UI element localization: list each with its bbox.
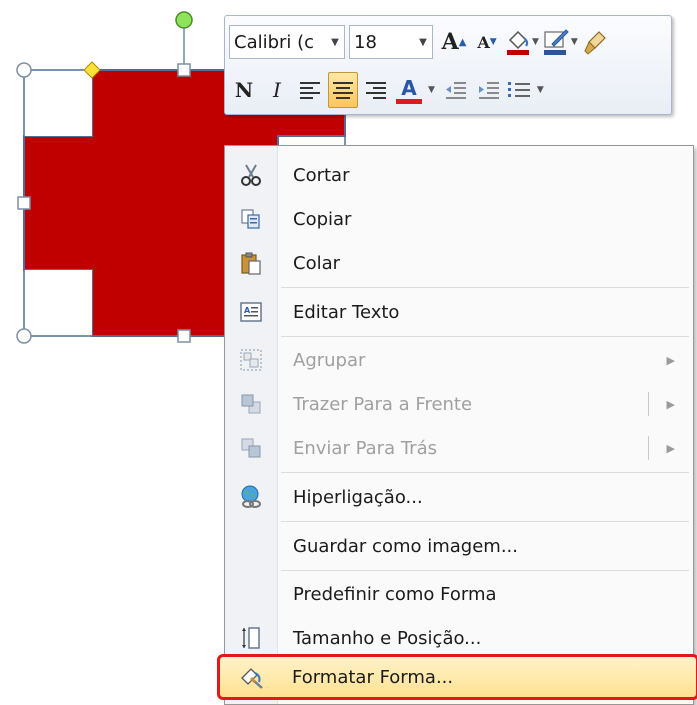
font-name-combo[interactable]: Calibri (c ▼ [229,25,345,59]
align-right-icon [366,82,386,99]
font-color-button[interactable]: A [394,72,424,108]
side-handle-bottom[interactable] [177,329,191,343]
menu-item-copy[interactable]: Copiar [227,197,691,241]
copy-icon [227,197,275,241]
fill-color-button[interactable]: ▼ [505,24,539,60]
align-left-icon [300,82,320,99]
bullets-button[interactable]: ▼ [507,72,544,108]
pen-line-icon [543,29,569,55]
menu-item-cut[interactable]: Cortar [227,153,691,197]
chevron-down-icon[interactable]: ▼ [532,37,539,47]
menu-item-label: Enviar Para Trás [293,437,437,459]
empty-icon-slot [227,524,275,568]
split-divider [648,436,649,460]
menu-item-bring-forward[interactable]: Trazer Para a Frente ▶ [227,382,691,426]
bullet-list-icon [507,82,530,97]
hyperlink-icon [227,475,275,519]
chevron-down-icon[interactable]: ▼ [326,37,344,48]
menu-item-format-shape[interactable]: Formatar Forma... [217,654,697,700]
bring-forward-icon [227,382,275,426]
brush-icon [584,31,606,55]
edit-text-icon: A [227,290,275,334]
format-painter-button[interactable] [581,24,611,60]
menu-item-hyperlink[interactable]: Hiperligação... [227,475,691,519]
mini-toolbar: Calibri (c ▼ 18 ▼ A ▲ A ▼ ▼ ▼ N I A ▼ ▼ [224,15,672,115]
font-color-swatch [396,98,422,104]
scissors-icon [227,153,275,197]
menu-item-edit-text[interactable]: A Editar Texto [227,290,691,334]
menu-separator [281,472,689,473]
italic-button[interactable]: I [262,72,292,108]
grow-arrow-icon: ▲ [458,36,467,48]
menu-item-set-default-shape[interactable]: Predefinir como Forma [227,572,691,616]
paste-icon [227,241,275,285]
menu-item-label: Colar [293,252,341,274]
menu-item-label: Guardar como imagem... [293,535,518,557]
increase-indent-button[interactable] [474,72,504,108]
chevron-down-icon[interactable]: ▼ [414,37,432,48]
menu-item-send-backward[interactable]: Enviar Para Trás ▶ [227,426,691,470]
menu-item-label: Predefinir como Forma [293,583,497,605]
menu-separator [281,521,689,522]
menu-item-group[interactable]: Agrupar ▶ [227,338,691,382]
font-size-value: 18 [354,31,377,53]
rotation-handle[interactable] [175,11,193,29]
submenu-arrow-icon[interactable]: ▶ [667,442,675,455]
bold-button[interactable]: N [229,72,259,108]
font-name-value: Calibri (c [234,31,315,53]
empty-icon-slot [227,572,275,616]
menu-separator [281,336,689,337]
chevron-down-icon[interactable]: ▼ [537,85,544,95]
context-menu: Cortar Copiar Colar A Editar Texto Agrup… [217,145,697,705]
menu-item-label: Editar Texto [293,301,400,323]
grow-font-button[interactable]: A ▲ [439,24,469,60]
decrease-indent-icon [445,82,466,99]
menu-item-label: Hiperligação... [293,486,423,508]
side-handle-top[interactable] [177,63,191,77]
side-handle-left[interactable] [17,196,31,210]
toolbar-row-2: N I A ▼ ▼ [229,70,547,110]
group-icon [227,338,275,382]
align-center-icon [333,82,353,99]
menu-item-save-as-image[interactable]: Guardar como imagem... [227,524,691,568]
align-center-button[interactable] [328,72,358,108]
menu-item-label: Copiar [293,208,352,230]
svg-text:A: A [244,306,251,315]
corner-handle-bottom-left[interactable] [16,328,32,344]
font-size-combo[interactable]: 18 ▼ [349,25,433,59]
send-backward-icon [227,426,275,470]
chevron-down-icon[interactable]: ▼ [571,37,578,47]
shrink-font-button[interactable]: A ▼ [472,24,502,60]
format-shape-icon [228,655,276,699]
menu-item-label: Trazer Para a Frente [293,393,473,415]
line-color-button[interactable]: ▼ [542,24,578,60]
menu-item-label: Agrupar [293,349,366,371]
menu-separator [281,287,689,288]
menu-separator [281,570,689,571]
menu-item-paste[interactable]: Colar [227,241,691,285]
menu-item-label: Tamanho e Posição... [293,627,482,649]
submenu-arrow-icon[interactable]: ▶ [667,398,675,411]
menu-item-label: Cortar [293,164,350,186]
toolbar-row-1: Calibri (c ▼ 18 ▼ A ▲ A ▼ ▼ ▼ [229,22,614,62]
chevron-down-icon[interactable]: ▼ [428,85,435,95]
paint-bucket-icon [507,30,529,55]
corner-handle-top-left[interactable] [16,62,32,78]
decrease-indent-button[interactable] [441,72,471,108]
split-divider [648,392,649,416]
shrink-arrow-icon: ▼ [489,37,497,47]
align-right-button[interactable] [361,72,391,108]
align-left-button[interactable] [295,72,325,108]
increase-indent-icon [478,82,499,99]
submenu-arrow-icon: ▶ [666,353,675,367]
menu-item-label: Formatar Forma... [292,666,454,688]
